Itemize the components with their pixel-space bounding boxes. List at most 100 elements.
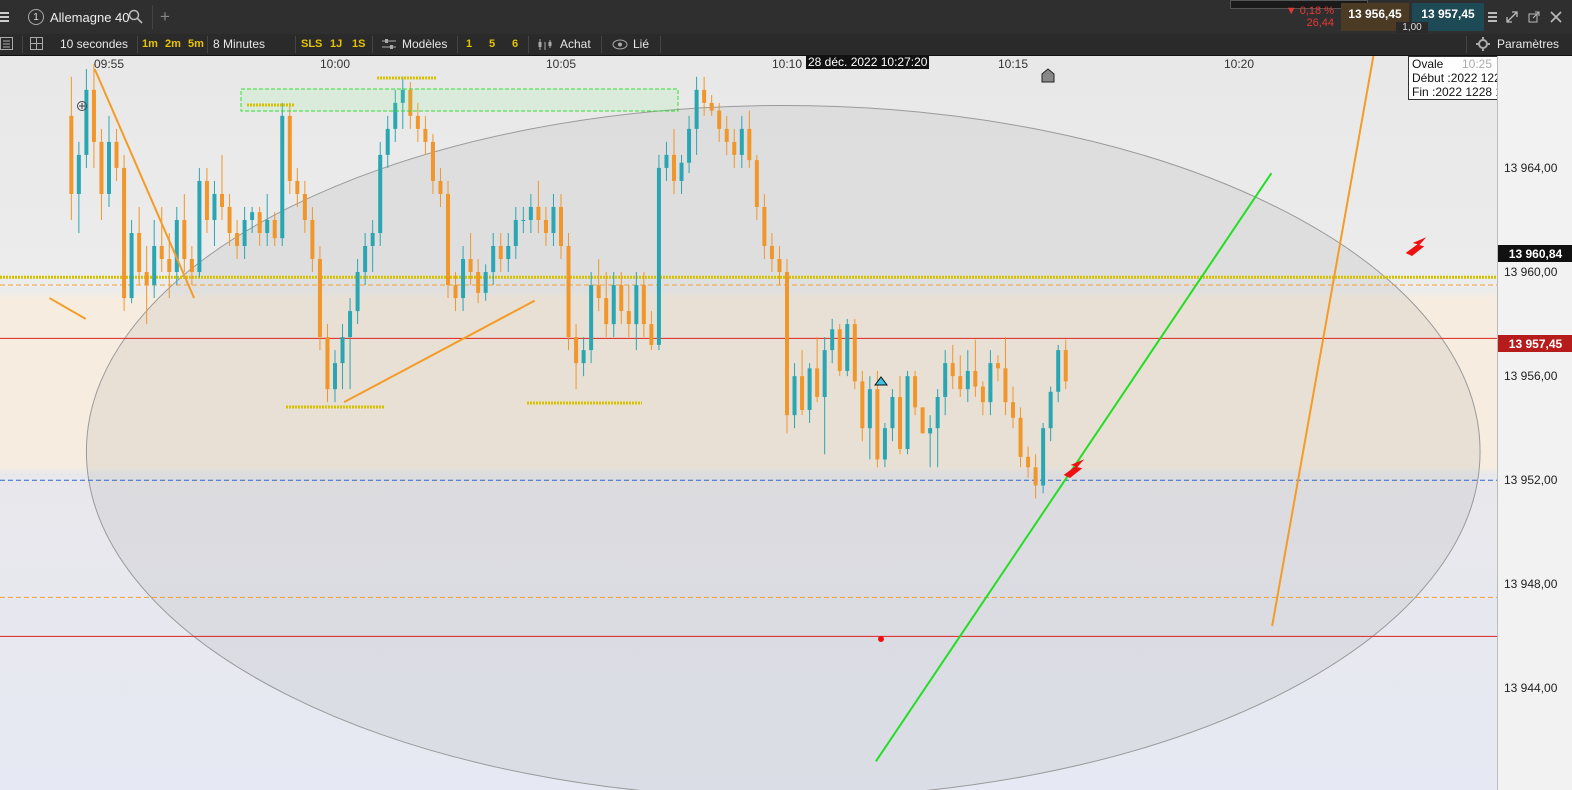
candle-body xyxy=(536,206,541,220)
search-icon[interactable] xyxy=(128,9,144,25)
preset-6-button[interactable]: 6 xyxy=(512,38,518,50)
eye-icon[interactable] xyxy=(612,39,628,50)
candle-body xyxy=(287,115,292,181)
candle-body xyxy=(227,206,232,233)
candle-body xyxy=(702,89,707,103)
price-tick-label: 13 956,00 xyxy=(1504,369,1558,384)
candle-body xyxy=(363,246,368,273)
current-price-tag: 13 957,45 xyxy=(1498,335,1572,352)
candle-body xyxy=(694,89,699,129)
candle-body xyxy=(453,285,458,299)
candle-body xyxy=(378,154,383,233)
interval-select[interactable]: 10 secondes xyxy=(60,37,128,51)
candle-body xyxy=(446,193,450,286)
preset-1-button[interactable]: 1 xyxy=(466,38,472,50)
buy-mode-button[interactable]: Achat xyxy=(560,37,591,51)
timeframe-1m[interactable]: 1m xyxy=(142,38,158,50)
candle-body xyxy=(905,376,910,450)
buy-chart-icon[interactable] xyxy=(538,38,554,51)
candle-body xyxy=(1018,417,1023,457)
candle-body xyxy=(220,193,224,207)
time-tick-label: 09:55 xyxy=(94,57,125,71)
candle-body xyxy=(385,128,390,155)
candle-body xyxy=(483,272,488,293)
candle-body xyxy=(807,368,812,410)
one-s-button[interactable]: 1S xyxy=(352,38,365,50)
ask-price: 13 957,45 xyxy=(1421,7,1475,21)
timeframe-5m[interactable]: 5m xyxy=(188,38,204,50)
candle-body xyxy=(890,396,895,429)
add-tab-icon[interactable]: + xyxy=(160,7,170,27)
candle-body xyxy=(822,350,827,397)
green-zone-box xyxy=(240,88,679,112)
settings-button[interactable]: Paramètres xyxy=(1497,37,1559,51)
divider xyxy=(207,36,208,53)
crosshair-time-label: 28 déc. 2022 10:27:20 xyxy=(806,56,930,69)
layout-icon[interactable] xyxy=(30,37,44,51)
candle-body xyxy=(197,180,202,273)
candle-body xyxy=(1003,368,1008,403)
divider xyxy=(22,36,23,53)
candle-body xyxy=(204,180,209,220)
candle-body xyxy=(559,206,563,247)
candle-body xyxy=(461,259,466,299)
one-day-button[interactable]: 1J xyxy=(330,38,342,50)
candle-body xyxy=(860,381,865,429)
bid-price: 13 956,45 xyxy=(1348,7,1402,21)
candle-body xyxy=(543,219,548,233)
candle-body xyxy=(754,160,759,207)
candle-body xyxy=(317,259,322,338)
candle-body xyxy=(656,167,661,345)
chart-toolbar: 10 secondes 1m 2m 5m 8 Minutes SLS 1J 1S… xyxy=(0,34,1572,56)
instrument-number-badge: 1 xyxy=(28,9,44,25)
chart-canvas[interactable] xyxy=(0,56,1497,790)
preset-5-button[interactable]: 5 xyxy=(489,38,495,50)
menu-icon[interactable] xyxy=(0,9,10,25)
models-icon[interactable] xyxy=(382,38,396,50)
candle-body xyxy=(521,219,526,221)
quantity-field[interactable]: 1,00 xyxy=(1396,22,1428,33)
collapse-icon[interactable] xyxy=(1488,10,1498,24)
top-bar: 1 Allemagne 40 + ▼ 0,18 % 26,44 13 956,4… xyxy=(0,0,1572,35)
divider xyxy=(1466,36,1467,53)
expand-icon[interactable] xyxy=(1506,11,1518,23)
price-axis[interactable]: 13 960,84 13 957,45 13 964,00 13 960,00 13… xyxy=(1497,56,1572,790)
timeframe-2m[interactable]: 2m xyxy=(165,38,181,50)
close-icon[interactable] xyxy=(1550,11,1562,23)
candle-body xyxy=(664,154,669,168)
candle-body xyxy=(91,89,96,142)
candle-body xyxy=(785,272,789,416)
candle-body xyxy=(928,428,933,434)
candle-body xyxy=(355,272,360,312)
time-tick-label: 10:15 xyxy=(998,57,1029,71)
gear-icon[interactable] xyxy=(1476,37,1490,51)
models-button[interactable]: Modèles xyxy=(402,37,447,51)
candle-body xyxy=(348,311,353,338)
list-icon[interactable] xyxy=(0,37,14,51)
candle-body xyxy=(1063,350,1068,382)
instrument-name[interactable]: Allemagne 40 xyxy=(50,10,130,25)
candle-body xyxy=(973,370,978,387)
candle-body xyxy=(491,246,496,273)
candle-body xyxy=(333,363,337,390)
candle-body xyxy=(144,272,149,286)
candle-body xyxy=(528,206,533,220)
detach-icon[interactable] xyxy=(1528,11,1540,23)
candle-body xyxy=(943,363,948,397)
candle-body xyxy=(265,219,270,233)
change-abs: 26,44 xyxy=(1306,17,1334,29)
candle-body xyxy=(845,324,850,371)
price-chart[interactable]: 28 déc. 2022 10:27:20 xyxy=(0,56,1497,790)
time-tick-label: 10:05 xyxy=(546,57,577,71)
duration-select[interactable]: 8 Minutes xyxy=(213,37,265,51)
candle-body xyxy=(99,141,104,194)
divider xyxy=(457,36,458,53)
change-pct: ▼ 0,18 % xyxy=(1285,5,1334,17)
candle-body xyxy=(468,259,473,273)
linked-button[interactable]: Lié xyxy=(633,37,649,51)
candle-body xyxy=(506,246,511,260)
sls-button[interactable]: SLS xyxy=(301,38,322,50)
candle-body xyxy=(913,376,918,408)
candle-body xyxy=(513,219,518,247)
candle-body xyxy=(182,219,187,260)
